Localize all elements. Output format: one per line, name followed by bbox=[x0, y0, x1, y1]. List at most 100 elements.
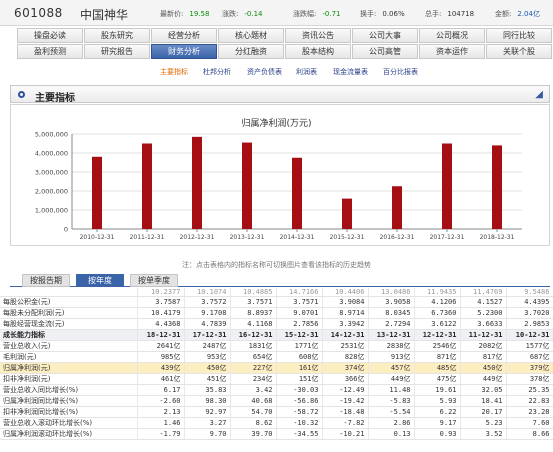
cell-value: 913亿 bbox=[368, 351, 415, 363]
row-label[interactable]: 营业总收入(元) bbox=[0, 340, 138, 352]
cell-value: 687亿 bbox=[506, 351, 553, 363]
subtab-income[interactable]: 利润表 bbox=[296, 67, 317, 77]
net-profit-chart: 0 1,000,000 2,000,000 3,000,000 4,000,000 5,0… bbox=[35, 131, 522, 241]
cell-value: -10.32 bbox=[276, 417, 323, 429]
nav-tab[interactable]: 经营分析 bbox=[151, 28, 217, 43]
subtab-percent[interactable]: 百分比报表 bbox=[383, 67, 418, 77]
table-row[interactable]: 营业总收入同比增长(%) 6.17 35.83 3.42 -30.03 -12.49 11.… bbox=[0, 384, 553, 396]
cell-value: 2546亿 bbox=[414, 340, 461, 352]
bar bbox=[342, 198, 352, 229]
table-header-row[interactable]: 成长能力指标 18-12-31 17-12-31 16-12-31 15-12-31 14… bbox=[0, 329, 553, 341]
nav-tab-financial-analysis[interactable]: 财务分析 bbox=[151, 44, 217, 59]
cell-value: 1577亿 bbox=[506, 340, 553, 352]
row-label[interactable]: 每股未分配利润(元) bbox=[0, 307, 138, 319]
y-tick-label: 3,000,000 bbox=[35, 169, 68, 177]
trade-amount: 金额: 2.04亿 bbox=[495, 10, 540, 18]
cell-value: 2.86 bbox=[368, 417, 415, 429]
subtab-main-indicators[interactable]: 主要指标 bbox=[160, 67, 188, 77]
nav-tab[interactable]: 公司大事 bbox=[352, 28, 418, 43]
cell-value: 457亿 bbox=[368, 362, 415, 374]
row-label[interactable]: 归属净利润(元) bbox=[0, 362, 138, 374]
row-label[interactable]: 成长能力指标 bbox=[0, 329, 138, 341]
cell-value: 828亿 bbox=[322, 351, 369, 363]
cell-value: 985亿 bbox=[137, 351, 185, 363]
cell-value: 439亿 bbox=[137, 362, 185, 374]
cell-value: 3.27 bbox=[184, 417, 231, 429]
table-row[interactable]: 扣非净利润同比增长(%) 2.13 92.97 54.70 -58.72 -18.48 -5… bbox=[0, 406, 553, 418]
nav-tab[interactable]: 股本结构 bbox=[285, 44, 351, 59]
row-label[interactable]: 营业总收入同比增长(%) bbox=[0, 384, 138, 396]
subtab-balance-sheet[interactable]: 资产负债表 bbox=[247, 67, 282, 77]
nav-tab[interactable]: 股东研究 bbox=[84, 28, 150, 43]
cell-value: 378亿 bbox=[506, 373, 553, 385]
row-label[interactable]: 归属净利润同比增长(%) bbox=[0, 395, 138, 407]
cell-value: 92.97 bbox=[184, 406, 231, 418]
table-row-partial[interactable]: 10.2377 10.1074 10.4885 14.7166 10.4406 13.04… bbox=[0, 288, 553, 297]
table-row[interactable]: 归属净利润(元) 439亿 450亿 227亿 161亿 374亿 457亿 485亿 450亿… bbox=[0, 362, 553, 374]
nav-tab[interactable]: 公司概况 bbox=[419, 28, 485, 43]
row-label[interactable]: 每股公积金(元) bbox=[0, 296, 138, 308]
cell-value: 14.7166 bbox=[276, 288, 323, 297]
cell-value: 5.93 bbox=[414, 395, 461, 407]
nav-tab[interactable]: 公司高管 bbox=[352, 44, 418, 59]
nav-tab[interactable]: 资讯公告 bbox=[285, 28, 351, 43]
nav-tab[interactable]: 资本运作 bbox=[419, 44, 485, 59]
cell-value: 449亿 bbox=[368, 373, 415, 385]
cell-value: 379亿 bbox=[506, 362, 553, 374]
nav-tab[interactable]: 盈利预测 bbox=[17, 44, 83, 59]
cell-value: 3.7020 bbox=[506, 307, 553, 319]
y-tick-label: 5,000,000 bbox=[35, 131, 68, 139]
cell-value: 3.7571 bbox=[276, 296, 323, 308]
nav-tab[interactable]: 研究报告 bbox=[84, 44, 150, 59]
tab-by-quarter[interactable]: 按单季度 bbox=[130, 274, 178, 287]
section-title: 主要指标 bbox=[35, 93, 75, 104]
cell-value: 10.1074 bbox=[184, 288, 231, 297]
tab-by-year[interactable]: 按年度 bbox=[76, 274, 124, 287]
nav-tab[interactable]: 核心题材 bbox=[218, 28, 284, 43]
stock-name: 中国神华 bbox=[80, 8, 129, 22]
cell-value: 54.70 bbox=[230, 406, 277, 418]
row-label[interactable]: 归属净利润滚动环比增长(%) bbox=[0, 428, 138, 440]
subtab-dupont[interactable]: 杜邦分析 bbox=[203, 67, 231, 77]
nav-tab[interactable]: 操盘必读 bbox=[17, 28, 83, 43]
collapse-triangle-icon[interactable]: ◢ bbox=[535, 89, 543, 100]
table-row[interactable]: 营业总收入滚动环比增长(%) 1.46 3.27 8.62 -10.32 -7.82 2.8… bbox=[0, 417, 553, 429]
bar bbox=[242, 142, 252, 229]
table-row[interactable]: 营业总收入(元) 2641亿 2487亿 1831亿 1771亿 2531亿 2838亿 25… bbox=[0, 340, 553, 352]
table-row[interactable]: 每股公积金(元) 3.7587 3.7572 3.7571 3.7571 3.9084 3.… bbox=[0, 296, 553, 308]
tab-by-report-period[interactable]: 按报告期 bbox=[22, 274, 70, 287]
row-label[interactable]: 扣非净利润同比增长(%) bbox=[0, 406, 138, 418]
table-row[interactable]: 每股未分配利润(元) 10.4179 9.1708 8.8937 9.0701 8.971… bbox=[0, 307, 553, 319]
table-row[interactable]: 归属净利润同比增长(%) -2.60 98.30 40.68 -56.86 -19.42-… bbox=[0, 395, 553, 407]
nav-tab[interactable]: 关联个股 bbox=[486, 44, 552, 59]
table-row[interactable]: 扣非净利润(元) 461亿 451亿 234亿 151亿 366亿 449亿 475亿 449亿… bbox=[0, 373, 553, 385]
cell-value: 11.4769 bbox=[460, 288, 507, 297]
table-row[interactable]: 归属净利润滚动环比增长(%) -1.79 9.70 39.70 -34.55 -10.21… bbox=[0, 428, 553, 440]
cell-value: 4.1168 bbox=[230, 318, 277, 330]
y-tick-label: 0 bbox=[64, 226, 68, 234]
cell-value: -2.60 bbox=[137, 395, 185, 407]
cell-value: 450亿 bbox=[460, 362, 507, 374]
nav-tab[interactable]: 同行比较 bbox=[486, 28, 552, 43]
cell-value: 9.70 bbox=[184, 428, 231, 440]
bar bbox=[392, 186, 402, 229]
cell-value: 4.4368 bbox=[137, 318, 185, 330]
table-row[interactable]: 毛利润(元) 985亿 953亿 654亿 608亿 828亿 913亿 871亿 817亿 68… bbox=[0, 351, 553, 363]
row-label[interactable]: 营业总收入滚动环比增长(%) bbox=[0, 417, 138, 429]
report-subtabs: 主要指标 杜邦分析 资产负债表 利润表 现金流量表 百分比报表 bbox=[0, 66, 553, 80]
row-label[interactable]: 毛利润(元) bbox=[0, 351, 138, 363]
cell-value: 3.6122 bbox=[414, 318, 461, 330]
row-label[interactable]: 扣非净利润(元) bbox=[0, 373, 138, 385]
x-tick-label: 2011-12-31 bbox=[130, 234, 165, 241]
cell-value: -18.48 bbox=[322, 406, 369, 418]
subtab-cashflow[interactable]: 现金流量表 bbox=[333, 67, 368, 77]
table-row[interactable]: 每股经营现金流(元) 4.4368 4.7839 4.1168 2.7856 3.3942… bbox=[0, 318, 553, 330]
cell-value: 14-12-31 bbox=[322, 329, 369, 341]
cell-value: 8.66 bbox=[506, 428, 553, 440]
cell-value: 8.8937 bbox=[230, 307, 277, 319]
cell-value: -30.03 bbox=[276, 384, 323, 396]
nav-tab[interactable]: 分红融资 bbox=[218, 44, 284, 59]
cell-value: 23.28 bbox=[506, 406, 553, 418]
row-label[interactable]: 每股经营现金流(元) bbox=[0, 318, 138, 330]
row-label[interactable] bbox=[0, 288, 138, 297]
